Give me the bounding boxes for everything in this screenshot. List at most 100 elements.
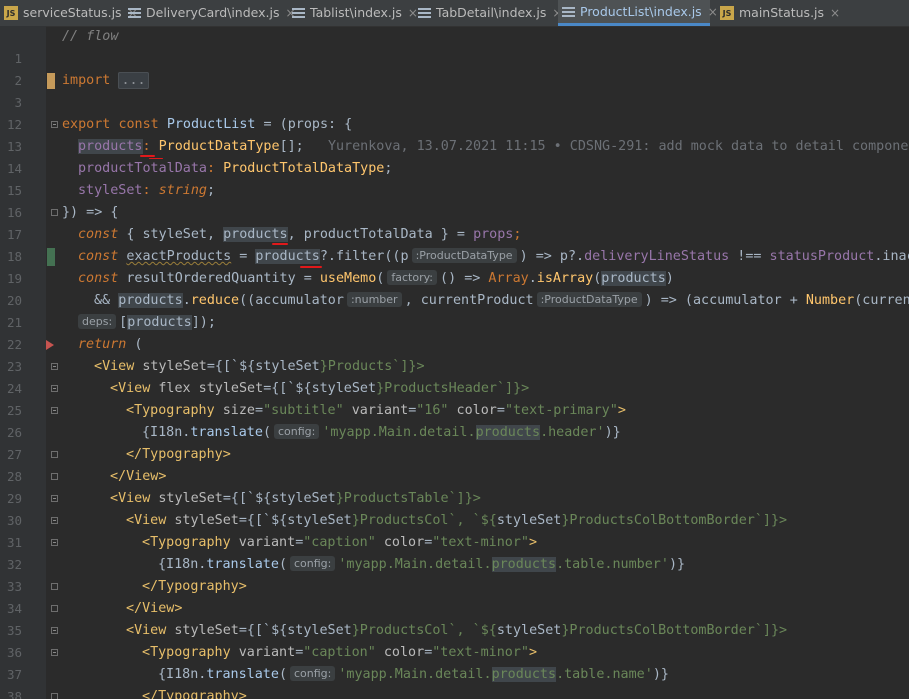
code-text: < — [94, 359, 103, 374]
code-line: 20 const resultOrderedQuantity = useMemo… — [0, 268, 909, 308]
close-icon[interactable]: × — [830, 6, 840, 20]
tab-product-list[interactable]: ProductList\index.js × — [558, 0, 718, 26]
js-file-icon: JS — [720, 5, 734, 20]
tab-tablist[interactable]: Tablist\index.js × — [288, 0, 418, 26]
fold-marker[interactable] — [51, 627, 58, 634]
folded-imports[interactable]: ... — [118, 72, 149, 89]
field: deliveryLineStatus — [584, 249, 730, 264]
jsx-tag: Typography — [158, 579, 239, 594]
fold-marker[interactable] — [51, 209, 58, 216]
code-line: 39 </Typography> — [0, 686, 909, 699]
code-text: , currentProduct — [404, 293, 534, 308]
code-text: . — [528, 271, 537, 286]
string: "caption" — [303, 535, 376, 550]
code-text: []; — [279, 139, 304, 154]
inlay-hint: config: — [290, 556, 336, 571]
identifier: products — [223, 227, 288, 242]
code-text: resultOrderedQuantity = — [118, 271, 320, 286]
fold-marker[interactable] — [51, 649, 58, 656]
error-underline — [149, 158, 163, 159]
template-string: }ProductsTable`]}> — [335, 491, 481, 506]
code-text: : — [142, 183, 159, 198]
inlay-hint: deps: — [78, 314, 117, 329]
jsx-attribute: styleSet — [166, 513, 239, 528]
identifier: products — [255, 249, 320, 264]
identifier: styleSet — [271, 491, 336, 506]
fold-marker[interactable] — [51, 583, 58, 590]
template-string: }ProductsCol`, `${ — [351, 513, 497, 528]
code-text: ( — [126, 337, 143, 352]
code-line: 1 // flow — [0, 26, 909, 66]
code-editor[interactable]: 1 // flow 2 3 import ... 12 13 export co… — [0, 26, 909, 699]
fold-marker[interactable] — [51, 473, 58, 480]
inlay-hint: config: — [274, 424, 320, 439]
code-line: 2 — [0, 48, 909, 88]
code-text: < — [126, 513, 135, 528]
jsx-attribute: color — [375, 535, 425, 550]
tab-service-status[interactable]: JSserviceStatus.js× — [0, 0, 138, 26]
code-line: 23 return ( — [0, 334, 909, 374]
code-line: 38 {I18n.translate(config:'myapp.Main.de… — [0, 664, 909, 699]
identifier: styleSet — [287, 513, 352, 528]
code-text: { styleSet, — [118, 227, 224, 242]
keyword: const — [78, 271, 119, 286]
field: products — [78, 139, 143, 154]
vcs-change-marker — [47, 248, 55, 266]
template-string: }Products`]}> — [319, 359, 425, 374]
fold-marker[interactable] — [51, 451, 58, 458]
jsx-attribute: size — [214, 403, 255, 418]
code-line: 25 <View flex styleSet={[`${styleSet}Pro… — [0, 378, 909, 418]
code-text: </ — [142, 689, 159, 699]
fold-marker[interactable] — [51, 539, 58, 546]
tab-tab-detail[interactable]: TabDetail\index.js× — [414, 0, 562, 26]
js-file-icon: JS — [4, 5, 18, 20]
code-text: ( — [278, 557, 287, 572]
fold-marker[interactable] — [51, 517, 58, 524]
template-string: }ProductsHeader`]}> — [376, 381, 530, 396]
fold-marker[interactable] — [51, 495, 58, 502]
fold-marker[interactable] — [51, 363, 58, 370]
tab-label: Tablist\index.js — [310, 5, 402, 20]
jsx-tag: View — [142, 601, 175, 616]
tab-main-status[interactable]: JS mainStatus.js × — [716, 0, 840, 26]
editor-tab-bar: JS serviceStatus.js × DeliveryCard\index.j… — [0, 0, 909, 27]
code-text: ; — [207, 183, 216, 198]
fold-marker[interactable] — [51, 121, 58, 128]
code-line: 30 <View styleSet={[`${styleSet}Products… — [0, 488, 909, 528]
identifier: styleSet — [287, 623, 352, 638]
code-line: 21 && products.reduce((accumulator:numbe… — [0, 290, 909, 330]
fold-marker[interactable] — [51, 605, 58, 612]
string: "text-minor" — [432, 645, 529, 660]
code-text: > — [238, 579, 247, 594]
breakpoint-arrow-icon[interactable] — [46, 340, 54, 350]
inlay-hint: :number — [346, 292, 402, 307]
code-line: 18 const { styleSet, products, productTo… — [0, 224, 909, 264]
keyword: return — [78, 337, 127, 352]
code-text: )} — [604, 425, 621, 440]
code-line: 28 </Typography> — [0, 444, 909, 484]
string: 'myapp.Main.detail. — [338, 557, 492, 572]
tab-delivery-card[interactable]: DeliveryCard\index.js × — [124, 0, 296, 26]
code-text: {I18n. — [158, 557, 207, 572]
type-name: ProductTotalDataType — [223, 161, 385, 176]
code-area[interactable]: 1 // flow 2 3 import ... 12 13 export co… — [0, 26, 909, 699]
fold-marker[interactable] — [51, 693, 58, 699]
fold-marker[interactable] — [51, 385, 58, 392]
template-string: }ProductsColBottomBorder`]}> — [561, 513, 788, 528]
code-line: 14 products: ProductDataType[]; Yurenkov… — [0, 136, 909, 176]
identifier: styleSet — [496, 623, 562, 638]
git-blame-annotation[interactable]: Yurenkova, 13.07.2021 11:15 • CDSNG-291:… — [328, 139, 909, 154]
type-name: ProductDataType — [158, 139, 280, 154]
tab-label: DeliveryCard\index.js — [146, 5, 280, 20]
fold-marker[interactable] — [51, 407, 58, 414]
code-text: ; — [513, 227, 522, 242]
method: reduce — [190, 293, 240, 308]
jsx-tag: Typography — [150, 535, 231, 550]
code-line: 31 <View styleSet={[`${styleSet}Products… — [0, 510, 909, 550]
jsx-attribute: color — [375, 645, 425, 660]
tab-label: mainStatus.js — [739, 5, 825, 20]
template-string: }ProductsColBottomBorder`]}> — [561, 623, 788, 638]
code-line: 13 export const ProductList = (props: { — [0, 114, 909, 154]
code-text: = (props: { — [255, 117, 353, 132]
code-line: 26 <Typography size="subtitle" variant="… — [0, 400, 909, 440]
